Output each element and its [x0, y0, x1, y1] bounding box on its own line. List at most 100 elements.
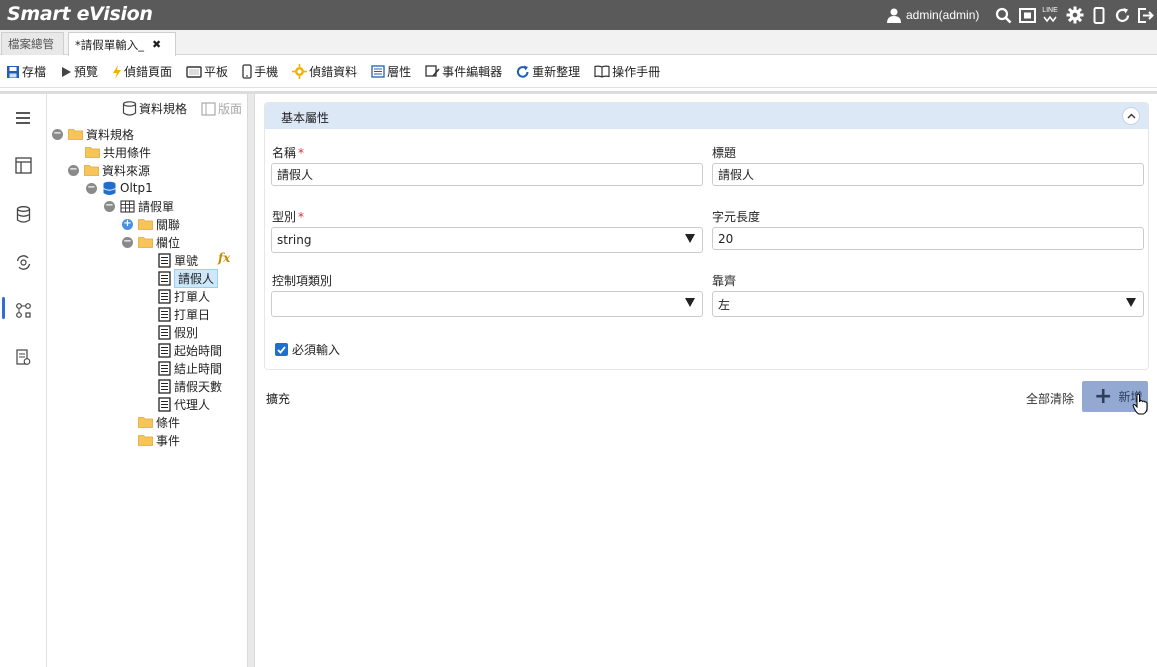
dropdown-arrow-icon: [1126, 298, 1136, 307]
tablet-label: 平板: [204, 65, 229, 79]
tree-node-fields[interactable]: − 欄位: [122, 233, 180, 251]
field-icon: [158, 396, 171, 412]
folder-icon: [138, 236, 153, 248]
debug-data-button[interactable]: 偵錯資料: [292, 63, 357, 80]
folder-icon: [138, 434, 153, 446]
tree-node-form[interactable]: − 請假單: [104, 197, 174, 215]
field-icon: [158, 342, 171, 358]
tree-node-common[interactable]: 共用條件: [85, 143, 151, 161]
length-input[interactable]: 20: [712, 227, 1144, 250]
length-label: 字元長度: [712, 210, 761, 224]
panel-splitter[interactable]: [247, 94, 255, 667]
debug-page-button[interactable]: 偵錯頁面: [112, 63, 172, 80]
tab-close-icon[interactable]: ✖: [152, 38, 161, 51]
required-checkbox[interactable]: 必須輸入: [275, 341, 340, 358]
caption-label: 標題: [712, 146, 737, 160]
tree-node-events[interactable]: 事件: [138, 431, 180, 449]
hand-cursor-icon: [1132, 393, 1148, 415]
phone-button[interactable]: 手機: [242, 63, 278, 80]
tab-leave-form[interactable]: *請假單輸入_ ✖: [68, 32, 176, 56]
tree-header: 資料規格 版面: [122, 100, 242, 117]
report-settings-icon[interactable]: [13, 347, 33, 367]
collapse-toggle-icon[interactable]: −: [104, 200, 115, 212]
save-label: 存檔: [22, 65, 47, 79]
tree-node-root[interactable]: − 資料規格: [52, 125, 134, 143]
field-icon: [158, 360, 171, 376]
mobile-icon[interactable]: [1089, 5, 1109, 25]
tree-node-label: 請假單: [138, 199, 175, 214]
tab-file-explorer[interactable]: 檔案總管: [1, 32, 64, 55]
tree-node-oltp[interactable]: − Oltp1: [86, 179, 153, 197]
fullscreen-icon[interactable]: [1017, 5, 1037, 25]
logout-icon[interactable]: [1135, 5, 1155, 25]
preview-button[interactable]: 預覽: [60, 63, 98, 80]
tree-node-label: 請假人: [174, 268, 219, 288]
checkbox-checked-icon[interactable]: [275, 343, 288, 356]
tree-node-label: 打單人: [174, 289, 211, 304]
tree-node-f7[interactable]: 結止時間: [158, 359, 222, 377]
control-type-select[interactable]: [271, 291, 703, 317]
collapse-toggle-icon[interactable]: −: [86, 182, 97, 194]
tree-node-f4[interactable]: 打單日: [158, 305, 210, 323]
settings-gear-icon[interactable]: [1065, 5, 1085, 25]
flow-icon[interactable]: [13, 300, 33, 320]
type-value: string: [277, 233, 312, 247]
tree-header-version-button[interactable]: 版面: [201, 100, 242, 117]
align-select[interactable]: 左: [712, 291, 1144, 317]
required-mark: *: [298, 210, 305, 224]
expand-toggle-icon[interactable]: +: [122, 218, 133, 230]
database-icon: [102, 181, 117, 196]
collapse-toggle-icon[interactable]: −: [52, 128, 63, 140]
caption-input[interactable]: 請假人: [712, 163, 1144, 186]
tree-node-source[interactable]: − 資料來源: [68, 161, 150, 179]
tablet-button[interactable]: 平板: [186, 63, 228, 80]
tree-node-f5[interactable]: 假別: [158, 323, 198, 341]
tree-node-label: 事件: [156, 433, 181, 448]
tree-node-conditions[interactable]: 條件: [138, 413, 180, 431]
layer-button[interactable]: 層性: [371, 63, 411, 80]
tree-node-f2[interactable]: 請假人: [158, 268, 219, 288]
tree-node-label: 請假天數: [174, 379, 223, 394]
play-icon: [62, 66, 72, 77]
tree-node-label: 資料來源: [102, 163, 151, 178]
collapse-toggle-icon[interactable]: −: [68, 164, 79, 176]
debug-data-label: 偵錯資料: [309, 65, 358, 79]
section-header[interactable]: 基本屬性: [265, 103, 1148, 129]
event-editor-button[interactable]: 事件編輯器: [425, 63, 502, 80]
tree-node-f9[interactable]: 代理人: [158, 395, 210, 413]
tree-node-f1[interactable]: 單號 fx: [158, 251, 230, 269]
tree-node-f3[interactable]: 打單人: [158, 287, 210, 305]
tree-node-f6[interactable]: 起始時間: [158, 341, 222, 359]
name-input[interactable]: 請假人: [271, 163, 703, 186]
collapse-toggle-icon[interactable]: −: [122, 236, 133, 248]
type-label: 型別 *: [272, 208, 304, 225]
user-icon: [887, 8, 901, 23]
tree-node-relation[interactable]: + 關聯: [122, 215, 180, 233]
search-icon[interactable]: [993, 5, 1013, 25]
control-type-label: 控制項類別: [272, 274, 333, 288]
app-title: Smart eVision: [7, 3, 153, 25]
manual-button[interactable]: 操作手冊: [594, 63, 660, 80]
reorganize-label: 重新整理: [532, 65, 581, 79]
line-icon[interactable]: LINE: [1040, 5, 1060, 25]
collapse-chevron-icon[interactable]: [1122, 107, 1140, 125]
tree-header-spec-button[interactable]: 資料規格: [139, 100, 187, 117]
layout-icon[interactable]: [13, 155, 33, 175]
table-icon: [120, 199, 135, 213]
reorganize-button[interactable]: 重新整理: [516, 63, 580, 80]
sync-icon[interactable]: [13, 252, 33, 272]
clear-all-link[interactable]: 全部清除: [1026, 390, 1074, 407]
tree-node-f8[interactable]: 請假天數: [158, 377, 222, 395]
save-button[interactable]: 存檔: [6, 63, 46, 80]
database-icon[interactable]: [13, 204, 33, 224]
tree-node-label: 關聯: [156, 217, 181, 232]
add-button[interactable]: + 新增: [1082, 381, 1148, 415]
type-select[interactable]: string: [271, 227, 703, 253]
left-rail: [0, 94, 47, 667]
field-icon: [158, 288, 171, 304]
refresh-icon[interactable]: [1112, 5, 1132, 25]
folder-icon: [138, 218, 153, 230]
hamburger-menu-icon[interactable]: [13, 108, 33, 128]
user-menu[interactable]: admin(admin): [886, 5, 979, 25]
tab-label: *請假單輸入_: [75, 37, 144, 52]
